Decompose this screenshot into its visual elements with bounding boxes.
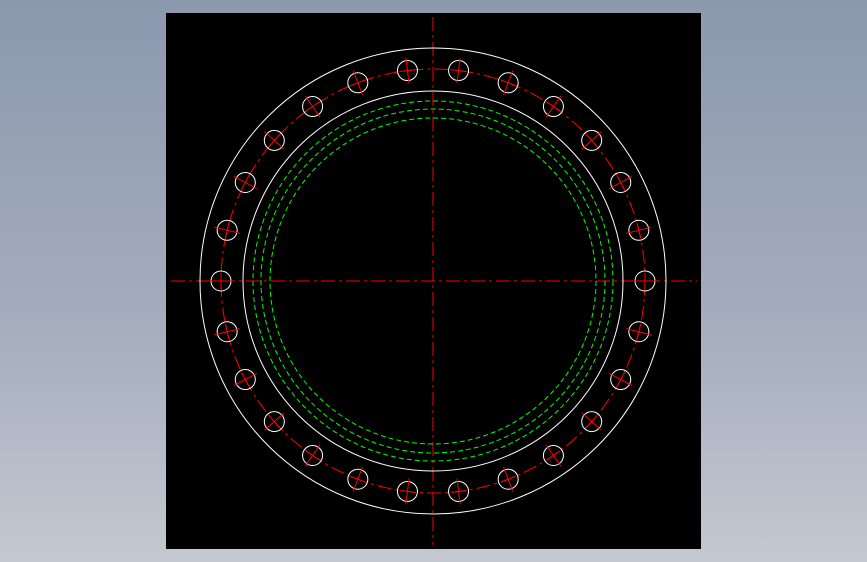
bolt-hole: [302, 95, 324, 118]
bolt-hole: [497, 70, 519, 96]
bolt-hole: [448, 478, 470, 505]
bolt-hole-tangent-mark: [350, 475, 366, 483]
bolt-hole: [396, 57, 418, 84]
bolt-hole-tangent-mark: [586, 415, 598, 428]
bolt-hole: [542, 95, 564, 118]
bolt-hole: [448, 57, 470, 84]
bolt-hole-tangent-mark: [268, 134, 280, 147]
bolt-hole: [497, 466, 519, 492]
bolt-hole: [626, 321, 652, 343]
bolt-hole: [233, 369, 258, 391]
bolt-hole: [626, 219, 652, 241]
flange-drawing: [171, 17, 697, 545]
bolt-hole: [214, 321, 240, 343]
bolt-hole: [263, 129, 285, 151]
bolt-hole: [302, 444, 324, 467]
centerlines: [171, 17, 697, 545]
bolt-hole: [581, 411, 603, 433]
bolt-hole: [208, 270, 234, 292]
bolt-hole-tangent-mark: [586, 134, 598, 147]
bolt-hole: [347, 70, 369, 96]
bolt-hole: [632, 270, 658, 292]
bolt-hole: [214, 219, 240, 241]
bolt-hole-tangent-mark: [268, 415, 280, 428]
bolt-hole: [581, 129, 603, 151]
bolt-hole-tangent-mark: [305, 101, 320, 112]
bolt-hole-tangent-mark: [616, 372, 625, 387]
bolt-hole-tangent-mark: [500, 475, 516, 483]
bolt-hole: [233, 171, 258, 193]
cad-viewport[interactable]: [166, 13, 701, 549]
bolt-hole-tangent-mark: [305, 450, 320, 461]
bolt-hole-tangent-mark: [546, 450, 561, 461]
bolt-hole: [347, 466, 369, 492]
bolt-hole-tangent-mark: [546, 101, 561, 112]
bolt-hole-tangent-mark: [350, 79, 366, 87]
bolt-hole-tangent-mark: [241, 372, 250, 387]
bolt-hole-tangent-mark: [241, 175, 250, 190]
bolt-hole: [263, 411, 285, 433]
app-background: { "drawing": { "background_color": "#000…: [0, 0, 867, 562]
bolt-hole-tangent-mark: [616, 175, 625, 190]
bolt-hole-tangent-mark: [500, 79, 516, 87]
bolt-hole: [608, 369, 633, 391]
bolt-hole: [542, 444, 564, 467]
bolt-hole: [608, 171, 633, 193]
bolt-hole: [396, 478, 418, 505]
